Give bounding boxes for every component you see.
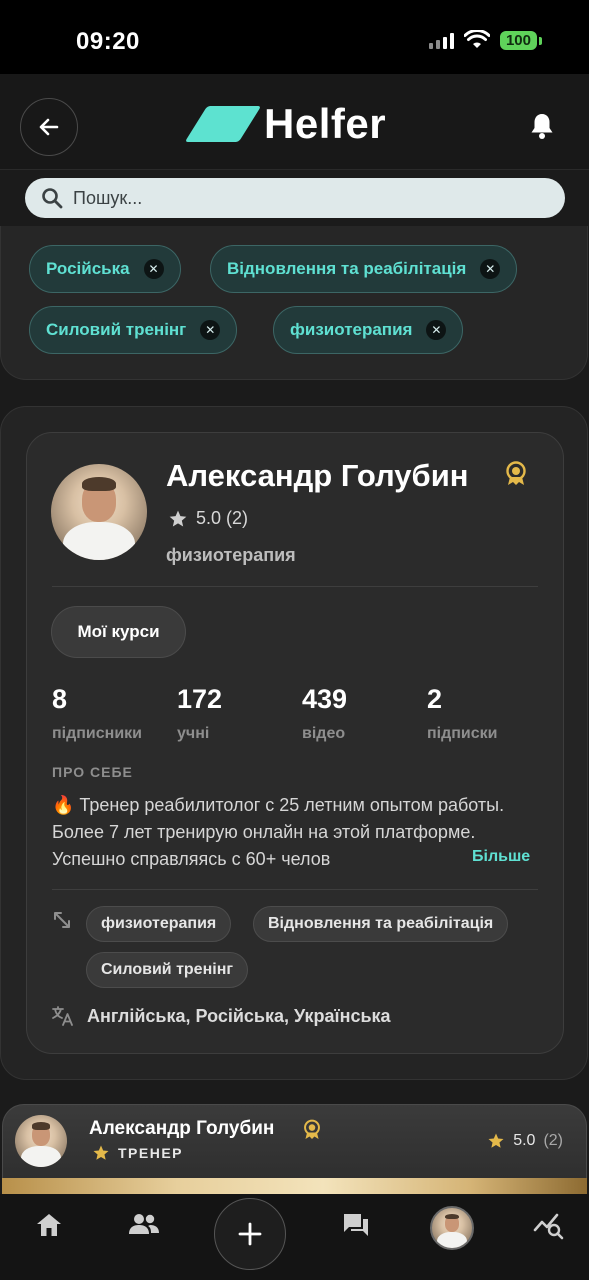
star-icon: [169, 510, 187, 526]
nav-profile[interactable]: [430, 1206, 474, 1250]
more-link[interactable]: Більше: [470, 848, 531, 866]
app-name: Helfer: [264, 100, 387, 147]
video-preview-strip: [2, 1178, 587, 1194]
role-label: ТРЕНЕР: [118, 1145, 184, 1161]
close-icon[interactable]: ✕: [200, 320, 221, 340]
nav-home[interactable]: [35, 1212, 63, 1243]
battery-indicator: 100: [499, 30, 543, 50]
app-header: Helfer: [0, 74, 589, 170]
translate-icon: [52, 1006, 73, 1026]
status-indicators: 100: [428, 30, 543, 50]
tag-chip[interactable]: Силовий тренінг: [86, 952, 249, 988]
back-button[interactable]: [20, 98, 78, 156]
star-icon: [93, 1145, 109, 1160]
analytics-search-icon: [533, 1213, 564, 1240]
filter-chip-label: Відновлення та реабілітація: [227, 259, 467, 278]
filter-chip[interactable]: физиотерапия ✕: [273, 306, 464, 354]
wifi-icon: [463, 30, 490, 48]
stat-label: підписники: [52, 725, 143, 742]
divider: [52, 586, 538, 587]
filter-chip[interactable]: Силовий тренінг ✕: [29, 306, 238, 354]
avatar: [430, 1206, 474, 1250]
logo-mark: [184, 106, 262, 142]
avatar[interactable]: [15, 1115, 67, 1167]
stat-label: підписки: [427, 725, 498, 742]
my-courses-button[interactable]: Мої курси: [51, 606, 186, 658]
about-text: 🔥 Тренер реабилитолог с 25 летним опытом…: [52, 795, 505, 869]
close-icon[interactable]: ✕: [143, 259, 164, 279]
bell-icon: [531, 114, 553, 139]
star-icon: [488, 1133, 504, 1148]
filter-chip-label: Силовий тренінг: [46, 320, 187, 339]
filter-chip[interactable]: Російська ✕: [29, 245, 181, 293]
people-icon: [129, 1214, 159, 1234]
chat-icon: [344, 1214, 368, 1236]
filter-chip[interactable]: Відновлення та реабілітація ✕: [210, 245, 518, 293]
signal-icon: [428, 31, 454, 49]
mini-bar-role: ТРЕНЕР: [92, 1144, 183, 1162]
status-time: 09:20: [76, 28, 140, 55]
bottom-navigation: [0, 1194, 589, 1280]
filter-chip-label: Російська: [46, 259, 130, 278]
stat-value: 439: [302, 684, 348, 714]
mini-bar-name: Александр Голубин: [89, 1118, 275, 1139]
trainer-name[interactable]: Александр Голубин: [166, 458, 468, 494]
stat-label: учні: [177, 725, 210, 742]
award-badge-icon: [506, 461, 526, 485]
close-icon[interactable]: ✕: [426, 320, 447, 340]
stat-students[interactable]: 172 учні: [177, 684, 222, 743]
rating-value: 5.0: [513, 1132, 536, 1149]
stat-value: 172: [177, 684, 223, 714]
rating-count: (2): [543, 1132, 563, 1149]
arrow-left-icon: [39, 118, 59, 136]
about-heading: ПРО СЕБЕ: [52, 764, 133, 780]
tag-chip[interactable]: физиотерапия: [86, 906, 232, 942]
trainer-rating: 5.0 (2): [168, 508, 248, 529]
status-bar: 09:20 100: [0, 0, 589, 74]
search-bar[interactable]: Пошук...: [25, 178, 565, 218]
nav-messages[interactable]: [342, 1212, 370, 1243]
nav-analytics[interactable]: [533, 1212, 565, 1245]
stat-value: 2: [427, 684, 443, 714]
avatar[interactable]: [51, 464, 147, 560]
award-badge-icon: [304, 1119, 320, 1139]
stat-followers[interactable]: 8 підписники: [52, 684, 142, 743]
divider: [52, 889, 538, 890]
search-icon: [42, 188, 63, 209]
rating-value: 5.0 (2): [196, 508, 249, 528]
notifications-button[interactable]: [529, 112, 555, 145]
arrows-diagonal-icon: [54, 912, 70, 928]
filter-chip-label: физиотерапия: [290, 320, 413, 339]
home-icon: [37, 1214, 61, 1236]
plus-icon: [238, 1222, 262, 1246]
languages: Англійська, Російська, Українська: [87, 1006, 391, 1026]
tag-chip[interactable]: Відновлення та реабілітація: [253, 906, 509, 942]
search-input[interactable]: Пошук...: [73, 188, 142, 209]
app-logo: Helfer: [184, 100, 387, 148]
trainer-specialty: физиотерапия: [166, 545, 296, 565]
stat-videos[interactable]: 439 відео: [302, 684, 347, 743]
close-icon[interactable]: ✕: [480, 259, 501, 279]
stat-label: відео: [302, 725, 346, 742]
stat-value: 8: [52, 684, 68, 714]
stat-subscriptions[interactable]: 2 підписки: [427, 684, 498, 743]
mini-bar-rating: 5.0 (2): [487, 1132, 563, 1150]
nav-community[interactable]: [128, 1212, 160, 1243]
add-button[interactable]: [214, 1198, 286, 1270]
